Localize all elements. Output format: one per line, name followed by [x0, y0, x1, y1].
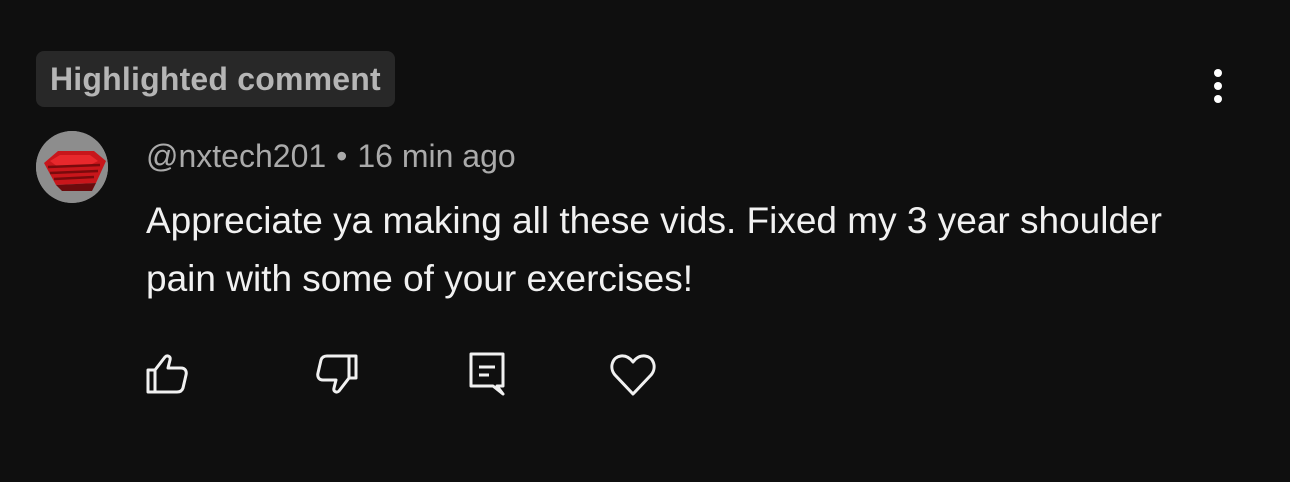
reply-button[interactable]: [462, 348, 514, 400]
comment-meta: @nxtech201 • 16 min ago: [146, 136, 516, 176]
like-button[interactable]: [142, 348, 194, 400]
more-options-button[interactable]: [1196, 64, 1240, 108]
dislike-button[interactable]: [310, 348, 362, 400]
avatar[interactable]: [36, 131, 108, 203]
comment-body: Appreciate ya making all these vids. Fix…: [146, 200, 1162, 299]
comment-timestamp[interactable]: 16 min ago: [357, 138, 515, 174]
author-handle[interactable]: @nxtech201: [146, 138, 326, 174]
highlighted-comment-badge: Highlighted comment: [36, 51, 395, 107]
thumbs-up-icon: [146, 354, 188, 394]
reply-comment-icon: [469, 352, 505, 396]
heart-icon: [610, 354, 656, 396]
more-vertical-icon: [1214, 69, 1222, 103]
meta-separator: •: [336, 138, 348, 174]
thumbs-down-icon: [316, 354, 358, 394]
comment-card: Highlighted comment @nxtech201 • 16 min ag…: [0, 0, 1290, 482]
heart-button[interactable]: [607, 348, 659, 400]
